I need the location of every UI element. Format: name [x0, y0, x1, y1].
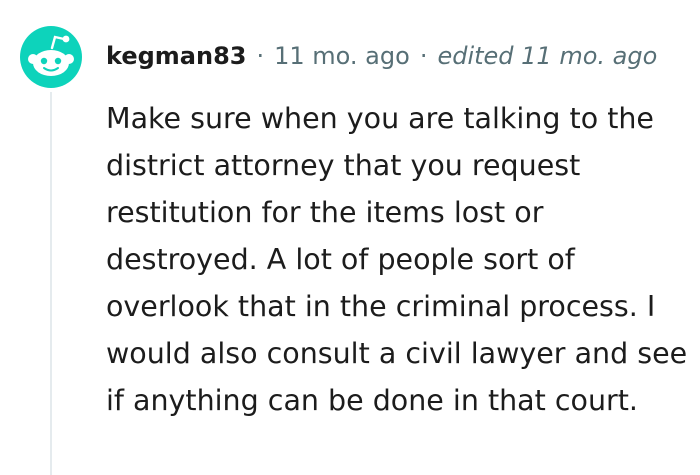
comment: kegman83 · 11 mo. ago · edited 11 mo. ag… — [0, 0, 700, 475]
comment-timestamp[interactable]: 11 mo. ago — [274, 42, 410, 70]
reddit-snoo-avatar-icon[interactable] — [20, 26, 82, 88]
meta-separator: · — [256, 42, 265, 70]
comment-body: Make sure when you are talking to the di… — [106, 102, 688, 417]
edited-label: edited 11 mo. ago — [437, 42, 658, 70]
comment-author[interactable]: kegman83 — [106, 42, 246, 70]
thread-line[interactable] — [50, 92, 52, 475]
comment-meta: kegman83 · 11 mo. ago · edited 11 mo. ag… — [106, 36, 657, 76]
meta-separator: · — [419, 42, 428, 70]
